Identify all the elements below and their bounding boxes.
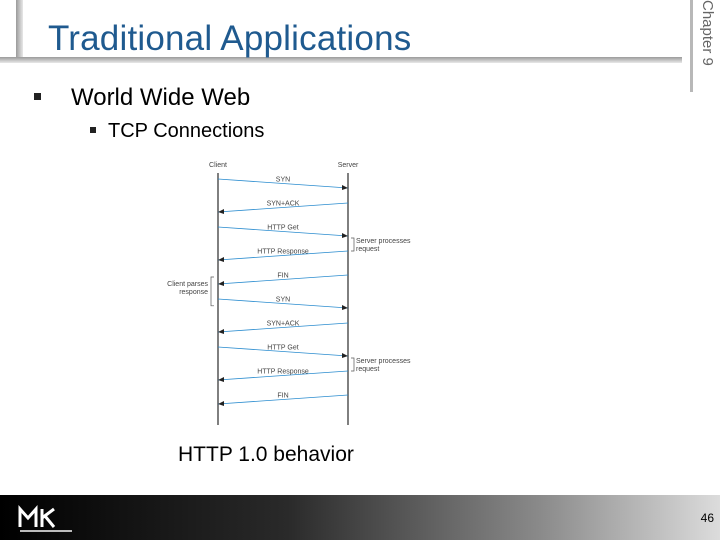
arrowhead-icon (342, 185, 348, 190)
message-label: SYN (276, 297, 290, 304)
client-parsing-bracket (210, 276, 214, 307)
client-note-line2: response (179, 289, 208, 296)
arrowhead-icon (218, 401, 224, 406)
message-label: SYN+ACK (267, 201, 300, 208)
message-label: FIN (277, 393, 288, 400)
arrowhead-icon (218, 329, 224, 334)
arrowhead-icon (218, 281, 224, 286)
http-timeline-diagram: Client Server SYN SYN+ACK HTTP Get HTTP Respo… (167, 162, 411, 425)
message-label: HTTP Get (267, 345, 298, 352)
arrowhead-icon (342, 353, 348, 358)
server-processing-bracket (351, 357, 355, 372)
arrowhead-icon (218, 209, 224, 214)
arrowhead-icon (342, 233, 348, 238)
bullet-square-icon (34, 93, 41, 101)
arrowhead-icon (218, 377, 224, 382)
message-label: HTTP Response (257, 249, 309, 256)
slide-title: Traditional Applications (48, 19, 412, 58)
page-number: 46 (700, 511, 714, 525)
bullet-level1: World Wide Web (34, 84, 250, 112)
publisher-logo-icon (18, 505, 72, 532)
bullet-square-icon (90, 126, 96, 133)
bullet-level2-text: TCP Connections (108, 120, 265, 142)
message-label: SYN (276, 177, 290, 184)
server-note-line2: request (356, 246, 379, 253)
client-note-line1: Client parses (167, 281, 208, 288)
message-label: HTTP Response (257, 369, 309, 376)
bullet-level1-text: World Wide Web (71, 84, 251, 111)
title-frame-vertical-bar (16, 0, 23, 62)
client-label: Client (209, 162, 227, 169)
diagram-caption: HTTP 1.0 behavior (178, 443, 354, 466)
arrowhead-icon (218, 257, 224, 262)
arrowhead-icon (342, 305, 348, 310)
server-note-line1: Server processes (356, 358, 411, 365)
server-label: Server (338, 162, 359, 169)
server-note-line2: request (356, 366, 379, 373)
chapter-label: Chapter 9 (699, 0, 716, 66)
message-label: HTTP Get (267, 225, 298, 232)
message-label: SYN+ACK (267, 321, 300, 328)
footer-bar (0, 495, 720, 540)
bullet-level2: TCP Connections (90, 120, 264, 143)
message-label: FIN (277, 273, 288, 280)
server-processing-bracket (351, 237, 355, 252)
server-note-line1: Server processes (356, 238, 411, 245)
